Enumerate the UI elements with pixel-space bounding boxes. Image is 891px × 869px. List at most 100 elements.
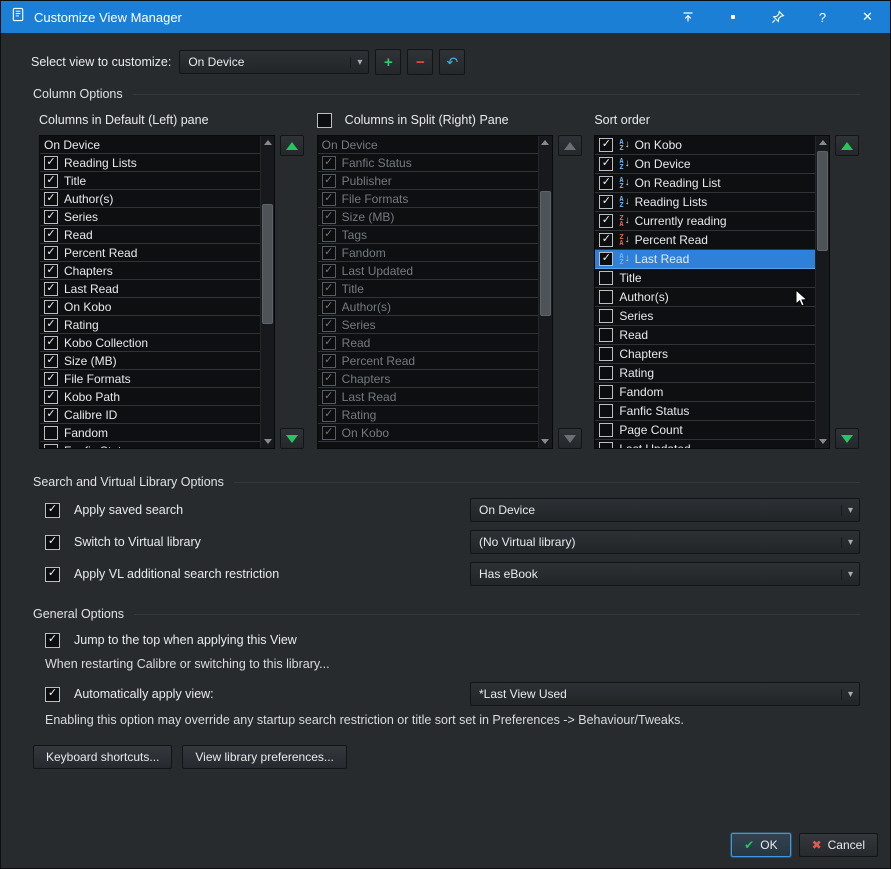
list-item[interactable]: Last Updated — [595, 440, 816, 448]
view-library-preferences-button[interactable]: View library preferences... — [182, 745, 347, 769]
list-item[interactable]: Z A↓ Currently reading — [595, 212, 816, 231]
list-item[interactable]: Fanfic Status — [317, 154, 538, 172]
item-checkbox[interactable] — [321, 191, 336, 206]
list-item[interactable]: Title — [595, 269, 816, 288]
list-item[interactable]: On Kobo — [40, 298, 260, 316]
item-checkbox[interactable] — [321, 245, 336, 260]
list-item[interactable]: Last Read — [40, 280, 260, 298]
list-item[interactable]: On Device — [317, 136, 538, 154]
item-checkbox[interactable] — [321, 317, 336, 332]
item-checkbox[interactable] — [44, 245, 58, 260]
item-checkbox[interactable] — [44, 353, 58, 368]
list-item[interactable]: Size (MB) — [317, 208, 538, 226]
list-item[interactable]: A Z↓ Reading Lists — [595, 193, 816, 212]
item-checkbox[interactable] — [599, 442, 614, 448]
item-checkbox[interactable] — [44, 299, 58, 314]
list-item[interactable]: A Z↓ Last Read — [595, 250, 816, 269]
item-checkbox[interactable] — [599, 347, 614, 361]
item-checkbox[interactable] — [321, 173, 336, 188]
list-item[interactable]: Rating — [317, 406, 538, 424]
item-checkbox[interactable] — [599, 385, 614, 399]
list-item[interactable]: Series — [40, 208, 260, 226]
item-checkbox[interactable] — [44, 281, 58, 296]
list-item[interactable]: Author(s) — [40, 190, 260, 208]
list-item[interactable]: Author(s) — [595, 288, 816, 307]
list-item[interactable]: On Device — [40, 136, 260, 154]
list-item[interactable]: Tags — [317, 226, 538, 244]
auto-apply-dropdown[interactable]: *Last View Used ▾ — [470, 682, 860, 706]
item-checkbox[interactable] — [44, 191, 58, 206]
list-item[interactable]: Series — [595, 307, 816, 326]
item-checkbox[interactable] — [321, 227, 336, 242]
close-button[interactable]: ✕ — [845, 1, 890, 33]
item-checkbox[interactable] — [44, 209, 58, 224]
list-item[interactable]: Fandom — [317, 244, 538, 262]
item-checkbox[interactable] — [599, 195, 614, 209]
item-checkbox[interactable] — [44, 443, 58, 448]
list-item[interactable]: A Z↓ On Reading List — [595, 174, 816, 193]
item-checkbox[interactable] — [321, 281, 336, 296]
item-checkbox[interactable] — [44, 173, 58, 188]
apply-saved-search-checkbox[interactable] — [45, 502, 60, 518]
list-item[interactable]: Fanfic Status — [595, 402, 816, 421]
item-checkbox[interactable] — [599, 309, 614, 323]
list-item[interactable]: A Z↓ On Kobo — [595, 136, 816, 155]
shade-window-button[interactable] — [665, 1, 710, 33]
item-checkbox[interactable] — [599, 157, 614, 171]
move-down-button[interactable] — [835, 428, 860, 449]
list-item[interactable]: Rating — [595, 364, 816, 383]
list-item[interactable]: Chapters — [40, 262, 260, 280]
item-checkbox[interactable] — [321, 335, 336, 350]
scroll-up-button[interactable] — [261, 136, 274, 149]
list-item[interactable]: Chapters — [317, 370, 538, 388]
item-checkbox[interactable] — [44, 335, 58, 350]
list-item[interactable]: Z A↓ Percent Read — [595, 231, 816, 250]
item-checkbox[interactable] — [44, 227, 58, 242]
scroll-up-button[interactable] — [816, 136, 829, 149]
minimize-button[interactable] — [710, 1, 755, 33]
item-checkbox[interactable] — [599, 252, 614, 266]
scroll-down-button[interactable] — [261, 435, 274, 448]
remove-view-button[interactable]: − — [407, 49, 434, 75]
list-item[interactable]: Kobo Collection — [40, 334, 260, 352]
list-item[interactable]: Read — [317, 334, 538, 352]
item-checkbox[interactable] — [321, 407, 336, 422]
list-item[interactable]: Size (MB) — [40, 352, 260, 370]
sort-order-list[interactable]: A Z↓ On Kobo A Z↓ On Device A Z↓ On Reading L… — [594, 135, 831, 449]
cancel-button[interactable]: ✖ Cancel — [798, 833, 878, 857]
keyboard-shortcuts-button[interactable]: Keyboard shortcuts... — [33, 745, 173, 769]
ok-button[interactable]: ✔ OK — [731, 833, 791, 857]
list-item[interactable]: Read — [595, 326, 816, 345]
scrollbar-thumb[interactable] — [817, 151, 829, 251]
view-select-dropdown[interactable]: On Device ▾ — [179, 50, 370, 74]
item-checkbox[interactable] — [599, 423, 614, 437]
item-checkbox[interactable] — [321, 155, 336, 170]
split-pane-toggle-checkbox[interactable] — [316, 112, 332, 128]
rename-view-button[interactable]: ↶ — [439, 49, 466, 75]
list-item[interactable]: Series — [317, 316, 538, 334]
list-item[interactable]: Last Read — [317, 388, 538, 406]
jump-to-top-checkbox[interactable] — [45, 632, 60, 648]
move-up-button[interactable] — [835, 135, 860, 156]
move-down-button[interactable] — [280, 428, 304, 449]
vl-restriction-dropdown[interactable]: Has eBook ▾ — [470, 562, 860, 586]
list-item[interactable]: Chapters — [595, 345, 816, 364]
list-item[interactable]: Fanfic Status — [40, 442, 260, 448]
auto-apply-checkbox[interactable] — [45, 686, 60, 702]
help-button[interactable]: ? — [800, 1, 845, 33]
list-item[interactable]: On Kobo — [317, 424, 538, 442]
add-view-button[interactable]: + — [375, 49, 402, 75]
list-item[interactable]: Publisher — [317, 172, 538, 190]
virtual-library-dropdown[interactable]: (No Virtual library) ▾ — [470, 530, 860, 554]
item-checkbox[interactable] — [321, 263, 336, 278]
pin-button[interactable] — [755, 1, 800, 33]
item-checkbox[interactable] — [44, 371, 58, 386]
list-item[interactable]: Percent Read — [317, 352, 538, 370]
item-checkbox[interactable] — [599, 271, 614, 285]
item-checkbox[interactable] — [44, 389, 58, 404]
item-checkbox[interactable] — [44, 317, 58, 332]
switch-virtual-library-checkbox[interactable] — [45, 534, 60, 550]
list-item[interactable]: Title — [40, 172, 260, 190]
scroll-down-button[interactable] — [816, 435, 829, 448]
item-checkbox[interactable] — [44, 263, 58, 278]
